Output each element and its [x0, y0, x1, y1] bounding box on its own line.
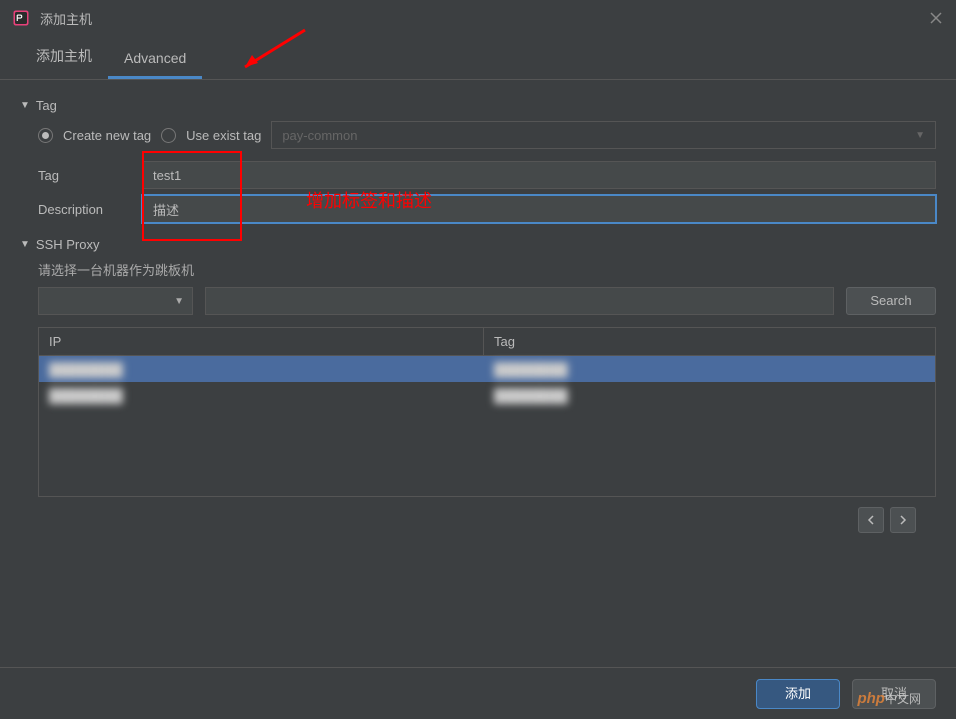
close-icon[interactable] [928, 10, 944, 26]
section-header-ssh[interactable]: ▼ SSH Proxy [20, 237, 936, 252]
triangle-icon: ▼ [20, 239, 30, 250]
chevron-right-icon [898, 515, 908, 525]
add-button[interactable]: 添加 [756, 679, 840, 709]
input-description[interactable] [142, 195, 936, 223]
radio-row-tag: Create new tag Use exist tag pay-common … [38, 121, 936, 149]
table-header: IP Tag [39, 328, 935, 356]
triangle-icon: ▼ [20, 100, 30, 111]
tabs: 添加主机 Advanced [0, 36, 956, 80]
radio-label-create: Create new tag [63, 128, 151, 143]
label-tag: Tag [38, 168, 128, 183]
search-button[interactable]: Search [846, 287, 936, 315]
pager-prev-button[interactable] [858, 507, 884, 533]
app-icon [12, 9, 30, 27]
table-row[interactable]: ████████ ████████ [39, 382, 935, 408]
radio-use-exist-tag[interactable] [161, 128, 176, 143]
form-row-description: Description [38, 195, 936, 223]
content-area: ▼ Tag Create new tag Use exist tag pay-c… [0, 80, 956, 545]
chevron-down-icon: ▼ [915, 130, 925, 141]
pager-next-button[interactable] [890, 507, 916, 533]
th-ip[interactable]: IP [39, 328, 484, 355]
cancel-button[interactable]: 取消 [852, 679, 936, 709]
section-header-tag[interactable]: ▼ Tag [20, 98, 936, 113]
tab-basic[interactable]: 添加主机 [20, 36, 108, 79]
arrow-annotation [230, 25, 310, 78]
th-tag[interactable]: Tag [484, 334, 935, 349]
form-row-tag: Tag [38, 161, 936, 189]
chevron-left-icon [866, 515, 876, 525]
host-table: IP Tag ████████ ████████ ████████ ██████… [38, 327, 936, 497]
input-tag[interactable] [142, 161, 936, 189]
cell-ip: ████████ [39, 388, 484, 403]
dropdown-value: pay-common [282, 128, 357, 143]
dropdown-exist-tag: pay-common ▼ [271, 121, 936, 149]
section-title-tag: Tag [36, 98, 57, 113]
table-row[interactable]: ████████ ████████ [39, 356, 935, 382]
window-title: 添加主机 [40, 9, 928, 28]
tab-advanced[interactable]: Advanced [108, 40, 202, 79]
radio-label-exist: Use exist tag [186, 128, 261, 143]
cell-tag: ████████ [484, 362, 935, 377]
chevron-down-icon: ▼ [174, 296, 184, 307]
cell-tag: ████████ [484, 388, 935, 403]
pager [20, 507, 916, 533]
filter-combo[interactable]: ▼ [38, 287, 193, 315]
ssh-hint: 请选择一台机器作为跳板机 [38, 260, 936, 279]
radio-create-new-tag[interactable] [38, 128, 53, 143]
titlebar: 添加主机 [0, 0, 956, 36]
search-row: ▼ Search [38, 287, 936, 315]
table-body: ████████ ████████ ████████ ████████ [39, 356, 935, 496]
search-input[interactable] [205, 287, 834, 315]
section-title-ssh: SSH Proxy [36, 237, 100, 252]
cell-ip: ████████ [39, 362, 484, 377]
dialog-footer: 添加 取消 [0, 667, 956, 719]
label-description: Description [38, 202, 128, 217]
